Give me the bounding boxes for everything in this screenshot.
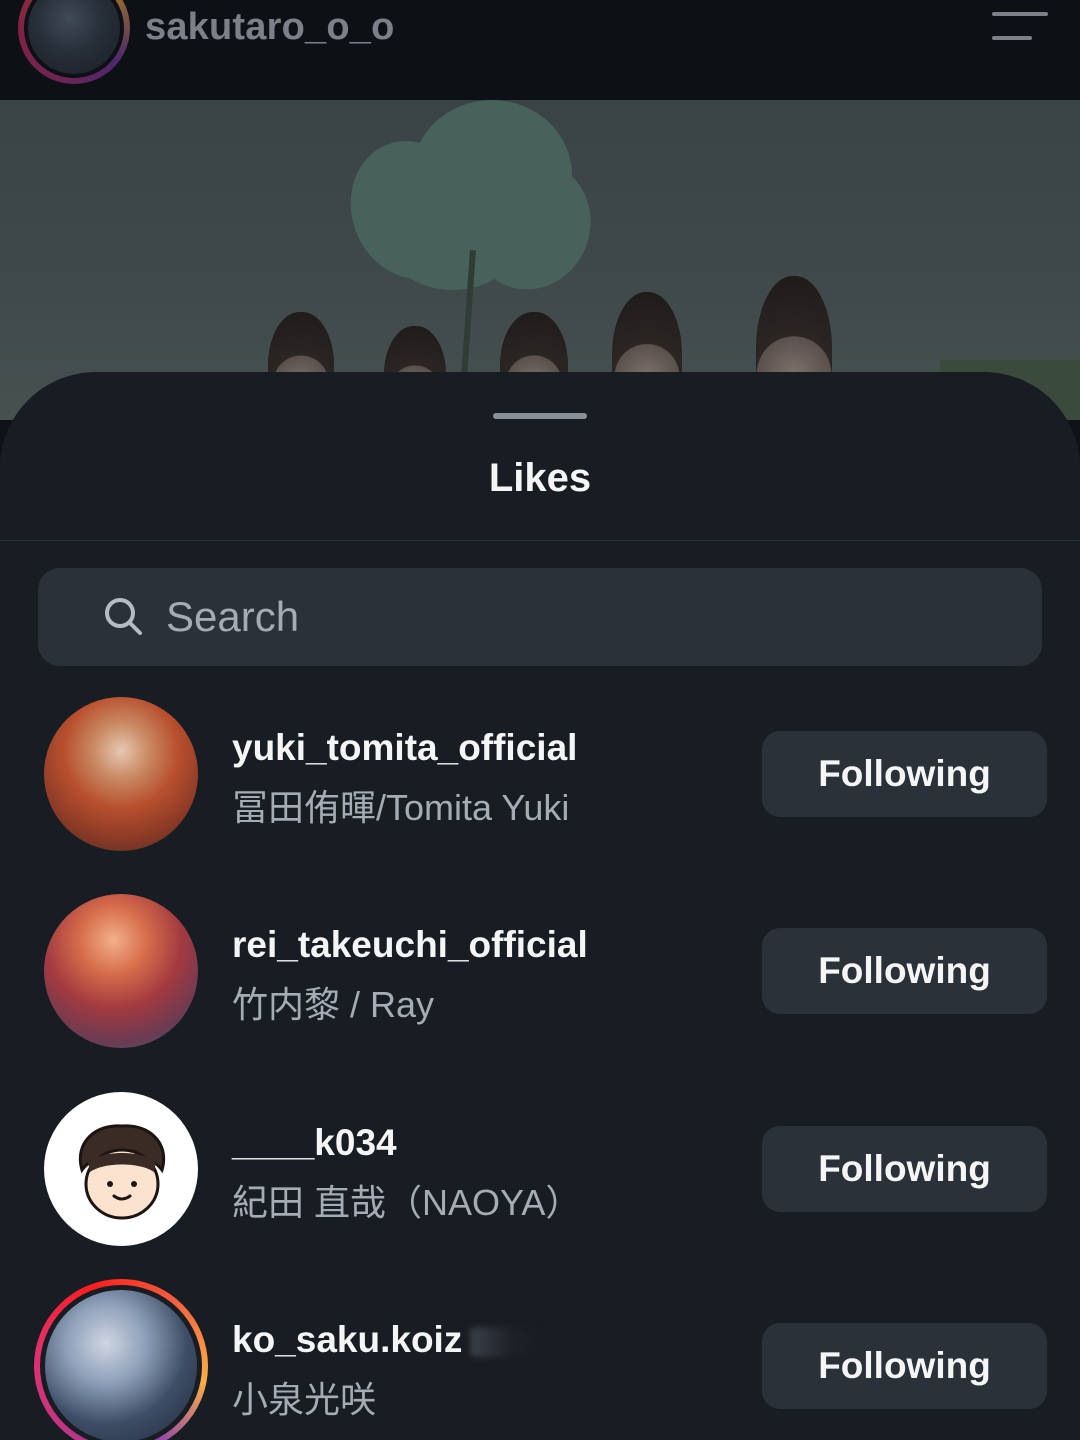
user-username[interactable]: yuki_tomita_official — [232, 727, 577, 769]
cartoon-face-icon — [78, 1124, 166, 1220]
hamburger-menu-icon[interactable] — [992, 12, 1048, 44]
avatar-image — [44, 697, 198, 851]
blurred-text — [470, 1327, 541, 1358]
likes-sheet: Likes yuki_tomita_official 冨田侑暉/Tomita Y… — [0, 372, 1080, 1440]
list-item[interactable]: rei_takeuchi_official 竹内黎 / Ray Followin… — [0, 894, 1080, 1084]
profile-username[interactable]: sakutaro_o_o — [145, 6, 395, 49]
avatar-image — [44, 894, 198, 1048]
profile-avatar-image — [24, 0, 124, 78]
list-item[interactable]: yuki_tomita_official 冨田侑暉/Tomita Yuki Fo… — [0, 697, 1080, 887]
search-bar[interactable] — [38, 568, 1042, 666]
following-button[interactable]: Following — [762, 1126, 1047, 1212]
user-avatar[interactable] — [44, 697, 198, 851]
divider — [0, 540, 1080, 541]
user-avatar[interactable] — [44, 894, 198, 1048]
avatar-image — [44, 1092, 198, 1246]
story-ring[interactable] — [34, 1279, 208, 1440]
user-avatar[interactable] — [44, 1092, 198, 1246]
user-username[interactable]: ____k034 — [232, 1122, 397, 1164]
user-full-name: 竹内黎 / Ray — [232, 984, 435, 1025]
following-button[interactable]: Following — [762, 1323, 1047, 1409]
user-username[interactable]: rei_takeuchi_official — [232, 924, 588, 966]
sheet-drag-handle[interactable] — [493, 413, 587, 419]
following-button[interactable]: Following — [762, 928, 1047, 1014]
user-avatar[interactable] — [34, 1279, 208, 1440]
user-username[interactable]: ko_saku.koiz — [232, 1319, 541, 1361]
list-item[interactable]: ko_saku.koiz 小泉光咲 Following — [0, 1279, 1080, 1440]
user-full-name: 小泉光咲 — [232, 1379, 377, 1420]
search-icon — [105, 598, 142, 635]
following-button[interactable]: Following — [762, 731, 1047, 817]
avatar-image — [40, 1285, 202, 1440]
list-item[interactable]: ____k034 紀田 直哉（NAOYA） Following — [0, 1092, 1080, 1282]
user-full-name: 冨田侑暉/Tomita Yuki — [232, 787, 570, 828]
search-input[interactable] — [166, 588, 1006, 646]
sheet-title: Likes — [488, 456, 592, 500]
profile-avatar[interactable] — [18, 0, 130, 84]
user-full-name: 紀田 直哉（NAOYA） — [232, 1182, 582, 1223]
profile-header: sakutaro_o_o — [0, 0, 1080, 100]
